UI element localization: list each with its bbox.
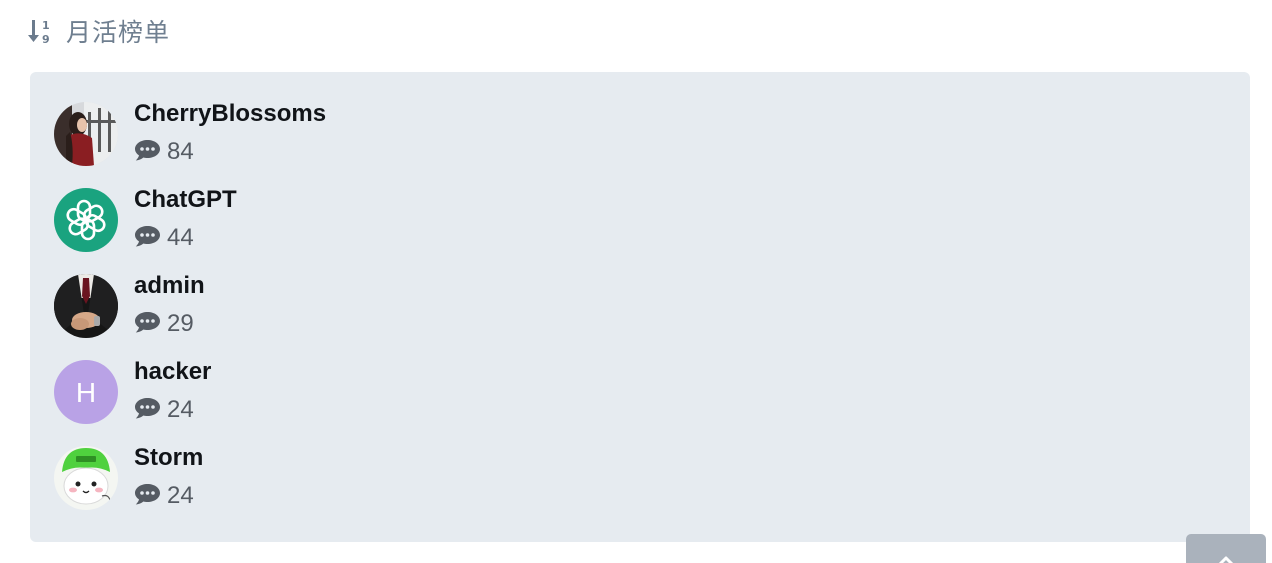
avatar[interactable]: H <box>54 360 118 424</box>
count-value: 24 <box>167 396 194 423</box>
leaderboard-row: Storm 24 <box>54 444 654 530</box>
svg-text:9: 9 <box>42 33 50 46</box>
back-to-top-button[interactable] <box>1186 534 1266 563</box>
count-value: 44 <box>167 224 194 251</box>
avatar[interactable] <box>54 274 118 338</box>
username[interactable]: ChatGPT <box>134 186 237 214</box>
section-header: 1 9 月活榜单 <box>28 14 170 48</box>
comment-count: 44 <box>134 224 194 252</box>
chevron-up-icon <box>1218 556 1234 563</box>
comment-count: 24 <box>134 396 194 424</box>
count-value: 29 <box>167 310 194 337</box>
comment-icon <box>134 224 161 253</box>
username[interactable]: admin <box>134 272 205 300</box>
leaderboard-row: H hacker 24 <box>54 358 654 444</box>
username[interactable]: CherryBlossoms <box>134 100 326 128</box>
leaderboard-row: ChatGPT 44 <box>54 186 654 272</box>
page-title: 月活榜单 <box>66 18 171 47</box>
comment-icon <box>134 138 161 167</box>
avatar[interactable] <box>54 188 118 252</box>
avatar[interactable] <box>54 446 118 510</box>
count-value: 84 <box>167 138 194 165</box>
page: 1 9 月活榜单 CherryBlossoms 84 ChatGPT 44 ad… <box>0 0 1272 563</box>
leaderboard-list: CherryBlossoms 84 ChatGPT 44 admin 29 H … <box>54 100 654 530</box>
svg-text:1: 1 <box>42 19 50 32</box>
count-value: 24 <box>167 482 194 509</box>
avatar[interactable] <box>54 102 118 166</box>
comment-count: 29 <box>134 310 194 338</box>
username[interactable]: hacker <box>134 358 211 386</box>
comment-icon <box>134 396 161 425</box>
comment-icon <box>134 310 161 339</box>
leaderboard-card: CherryBlossoms 84 ChatGPT 44 admin 29 H … <box>30 72 1250 542</box>
comment-count: 24 <box>134 482 194 510</box>
sort-numeric-down-icon: 1 9 <box>28 16 56 46</box>
avatar-letter: H <box>76 377 96 408</box>
comment-count: 84 <box>134 138 194 166</box>
username[interactable]: Storm <box>134 444 203 472</box>
leaderboard-row: CherryBlossoms 84 <box>54 100 654 186</box>
leaderboard-row: admin 29 <box>54 272 654 358</box>
comment-icon <box>134 482 161 511</box>
